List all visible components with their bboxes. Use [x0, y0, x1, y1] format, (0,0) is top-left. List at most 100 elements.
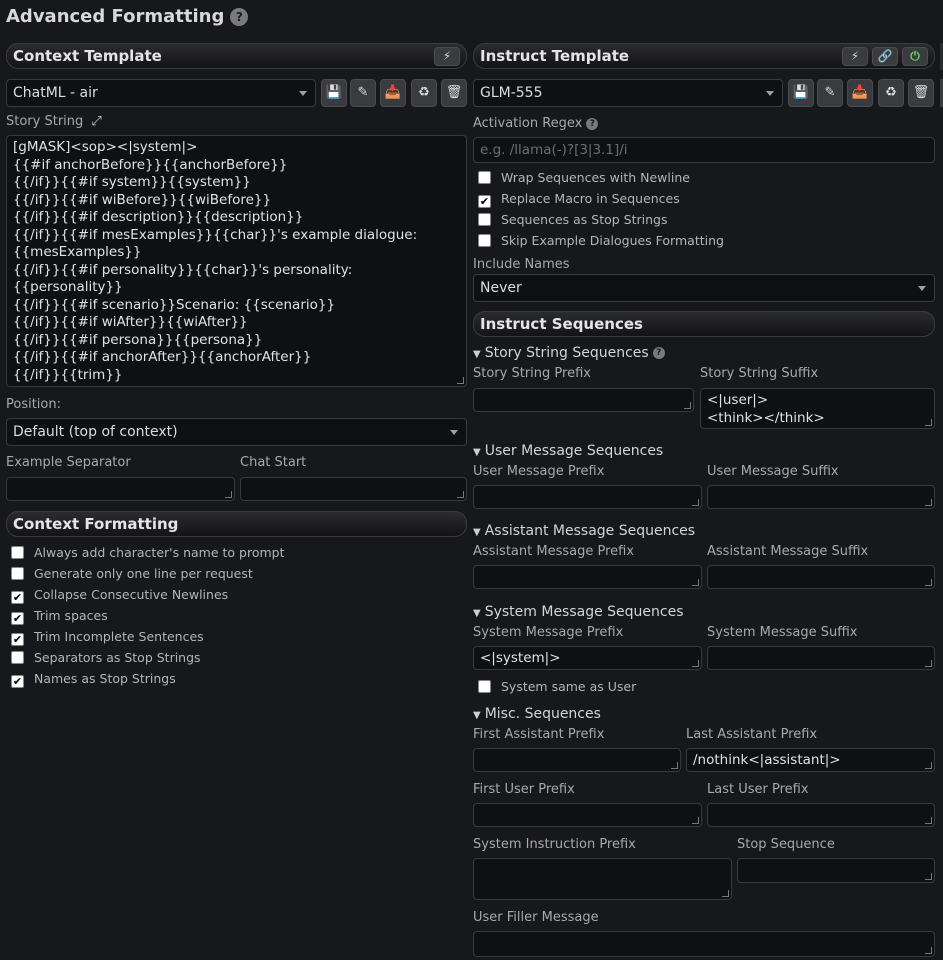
instruct-import-button[interactable]: 📥 — [847, 79, 873, 107]
checkbox-label: Collapse Consecutive Newlines — [34, 587, 229, 602]
pencil-icon: ✎ — [824, 85, 836, 100]
user-prefix-input[interactable] — [473, 485, 702, 509]
story-suffix-label: Story String Suffix — [700, 366, 819, 381]
checkbox-label: Trim Incomplete Sentences — [34, 629, 204, 644]
system-message-sequences-title: System Message Sequences — [484, 604, 684, 620]
checkbox-row[interactable]: ✔ Collapse Consecutive Newlines — [11, 586, 284, 607]
instruct-restore-button[interactable]: ♻ — [878, 79, 904, 107]
activation-regex-input[interactable]: e.g. /llama(-)?[3|3.1]/i — [473, 137, 935, 163]
checkbox[interactable] — [478, 213, 491, 226]
last-user-prefix-input[interactable] — [707, 803, 935, 827]
include-names-select[interactable]: Never — [473, 274, 935, 302]
system-same-as-user-row[interactable]: System same as User — [478, 678, 636, 699]
context-delete-button[interactable]: 🗑 — [441, 79, 467, 107]
user-message-sequences-title: User Message Sequences — [484, 443, 664, 459]
context-import-button[interactable]: 📥 — [380, 79, 406, 107]
instruct-preset-select[interactable]: GLM-555 — [473, 79, 783, 107]
triangle-down-icon: ▼ — [473, 608, 481, 619]
checkbox[interactable]: ✔ — [11, 591, 24, 604]
save-icon: 💾 — [325, 85, 343, 100]
last-assistant-prefix-input[interactable]: /nothink<|assistant|> — [686, 748, 935, 772]
context-bolt-button[interactable]: ⚡ — [434, 47, 460, 66]
story-string-sequences-title: Story String Sequences — [484, 345, 649, 361]
system-suffix-input[interactable] — [707, 646, 935, 670]
instruct-enable-toggle[interactable]: ⏻ — [902, 47, 928, 66]
story-string-textarea[interactable]: [gMASK]<sop><|system|> {{#if anchorBefor… — [6, 135, 467, 387]
checkbox-row[interactable]: Wrap Sequences with Newline — [478, 169, 724, 190]
system-prefix-input[interactable]: <|system|> — [473, 646, 702, 670]
position-label: Position: — [6, 397, 61, 412]
user-suffix-input[interactable] — [707, 485, 935, 509]
example-separator-label: Example Separator — [6, 455, 131, 470]
instruct-sequences-header: Instruct Sequences — [473, 311, 935, 337]
assistant-message-sequences-title: Assistant Message Sequences — [484, 523, 696, 539]
position-select[interactable]: Default (top of context) — [6, 418, 467, 446]
assistant-prefix-input[interactable] — [473, 565, 702, 589]
checkbox[interactable] — [478, 171, 491, 184]
help-icon[interactable]: ? — [230, 8, 249, 26]
checkbox[interactable]: ✔ — [11, 612, 24, 625]
chevron-down-icon — [299, 91, 307, 96]
story-prefix-input[interactable] — [473, 388, 694, 412]
help-icon[interactable]: ? — [652, 347, 665, 359]
checkbox-row[interactable]: Skip Example Dialogues Formatting — [478, 232, 724, 253]
help-icon[interactable]: ? — [586, 117, 599, 130]
system-suffix-label: System Message Suffix — [707, 625, 858, 640]
context-restore-button[interactable]: ♻ — [411, 79, 437, 107]
first-assistant-prefix-input[interactable] — [473, 748, 681, 772]
chevron-down-icon — [450, 430, 458, 435]
user-filler-message-input[interactable] — [473, 931, 935, 957]
checkbox[interactable] — [11, 651, 24, 664]
example-separator-input[interactable] — [6, 477, 235, 501]
checkbox-row[interactable]: ✔ Names as Stop Strings — [11, 670, 284, 691]
assistant-suffix-label: Assistant Message Suffix — [707, 544, 869, 559]
instruct-checkbox-list: Wrap Sequences with Newline ✔ Replace Mac… — [478, 169, 724, 253]
story-suffix-input[interactable]: <|user|> <think></think> — [700, 388, 935, 429]
position-value: Default (top of context) — [13, 424, 178, 440]
checkbox-row[interactable]: ✔ Replace Macro in Sequences — [478, 190, 724, 211]
assistant-suffix-input[interactable] — [707, 565, 935, 589]
checkbox[interactable] — [478, 680, 491, 693]
instruct-save-button[interactable]: 💾 — [788, 79, 814, 107]
checkbox-row[interactable]: ✔ Trim Incomplete Sentences — [11, 628, 284, 649]
checkbox[interactable] — [478, 234, 491, 247]
system-message-sequences-toggle[interactable]: ▼ System Message Sequences — [473, 604, 684, 620]
checkbox-row[interactable]: ✔ Trim spaces — [11, 607, 284, 628]
checkbox[interactable] — [11, 546, 24, 559]
context-rename-button[interactable]: ✎ — [350, 79, 376, 107]
stop-sequence-input[interactable] — [737, 858, 935, 883]
context-checkbox-list: Always add character's name to prompt Ge… — [11, 544, 284, 691]
context-formatting-header: Context Formatting — [6, 511, 467, 537]
context-template-title: Context Template — [13, 47, 162, 65]
instruct-delete-button[interactable]: 🗑 — [908, 79, 934, 107]
instruct-rename-button[interactable]: ✎ — [817, 79, 843, 107]
context-preset-select[interactable]: ChatML - air — [6, 79, 316, 107]
bolt-icon: ⚡ — [850, 49, 860, 63]
checkbox-row[interactable]: Separators as Stop Strings — [11, 649, 284, 670]
system-instruction-prefix-input[interactable] — [473, 858, 732, 900]
trash-icon: 🗑 — [445, 85, 463, 100]
checkbox[interactable]: ✔ — [11, 675, 24, 688]
checkbox[interactable]: ✔ — [478, 195, 491, 208]
checkbox[interactable] — [11, 567, 24, 580]
checkbox-row[interactable]: Generate only one line per request — [11, 565, 284, 586]
file-import-icon: 📥 — [851, 85, 869, 100]
story-string-sequences-toggle[interactable]: ▼ Story String Sequences? — [473, 345, 665, 361]
instruct-bind-button[interactable]: 🔗 — [872, 47, 898, 66]
chat-start-input[interactable] — [240, 477, 467, 501]
checkbox[interactable]: ✔ — [11, 633, 24, 646]
checkbox-row[interactable]: Sequences as Stop Strings — [478, 211, 724, 232]
context-preset-value: ChatML - air — [13, 85, 98, 101]
assistant-message-sequences-toggle[interactable]: ▼ Assistant Message Sequences — [473, 523, 695, 539]
checkbox-row[interactable]: Always add character's name to prompt — [11, 544, 284, 565]
first-user-prefix-input[interactable] — [473, 803, 702, 827]
triangle-down-icon: ▼ — [473, 527, 481, 538]
user-message-sequences-toggle[interactable]: ▼ User Message Sequences — [473, 443, 663, 459]
activation-regex-label-text: Activation Regex — [473, 116, 583, 131]
user-filler-message-label: User Filler Message — [473, 910, 599, 925]
misc-sequences-toggle[interactable]: ▼ Misc. Sequences — [473, 706, 601, 722]
context-save-button[interactable]: 💾 — [321, 79, 347, 107]
expand-icon[interactable]: ⤢ — [91, 114, 101, 129]
instruct-bolt-button[interactable]: ⚡ — [842, 47, 868, 66]
last-user-prefix-label: Last User Prefix — [707, 782, 809, 797]
